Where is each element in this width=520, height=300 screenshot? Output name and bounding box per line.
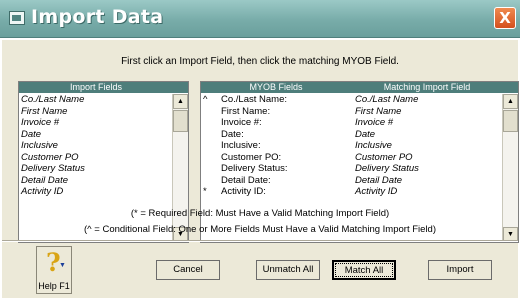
matching-field-value: Delivery Status: [355, 163, 419, 174]
matching-field-value: Inclusive: [355, 140, 392, 151]
myob-field-label: Delivery Status:: [221, 163, 288, 174]
matching-field-value: Customer PO: [355, 151, 413, 163]
table-row[interactable]: Date: Date: [201, 129, 501, 141]
myob-fields-scrollbar[interactable]: ▲ ▼: [502, 94, 518, 242]
instruction-text: First click an Import Field, then click …: [121, 56, 399, 67]
window-title: Import Data: [31, 6, 164, 28]
list-item[interactable]: Co./Last Name: [19, 94, 171, 106]
import-fields-header: Import Fields: [19, 82, 188, 93]
scroll-thumb[interactable]: [503, 110, 518, 132]
list-item[interactable]: Customer PO: [19, 152, 171, 164]
matching-field-value: Activity ID: [355, 186, 398, 197]
field-marker: *: [203, 186, 207, 197]
unmatch-all-button[interactable]: Unmatch All: [256, 260, 320, 280]
help-dropdown-icon: ▼: [59, 262, 66, 269]
field-marker: ^: [203, 94, 208, 105]
close-button[interactable]: X: [494, 7, 516, 29]
table-row[interactable]: First Name: First Name: [201, 106, 501, 118]
list-item[interactable]: Activity ID: [19, 186, 171, 198]
myob-field-label: Date:: [221, 128, 244, 140]
table-row[interactable]: Delivery Status: Delivery Status: [201, 163, 501, 175]
scroll-thumb[interactable]: [173, 110, 188, 132]
import-data-dialog: Import Data X First click an Import Fiel…: [0, 0, 520, 300]
title-bar[interactable]: Import Data X: [0, 0, 520, 38]
myob-field-label: Activity ID:: [221, 186, 266, 197]
conditional-field-note: (^ = Conditional Field: One or More Fiel…: [84, 224, 436, 235]
matching-import-field-header-label: Matching Import Field: [383, 82, 471, 92]
table-row[interactable]: Customer PO: Customer PO: [201, 152, 501, 164]
scroll-up-icon[interactable]: ▲: [173, 94, 188, 109]
close-icon: X: [499, 8, 511, 27]
divider: [2, 240, 518, 242]
matching-field-value: Detail Date: [355, 174, 402, 186]
myob-fields-rows: ^ Co./Last Name: Co./Last Name First Nam…: [201, 94, 501, 198]
required-field-note: (* = Required Field: Must Have a Valid M…: [130, 208, 390, 219]
myob-field-label: First Name:: [221, 105, 271, 117]
window-icon: [9, 11, 25, 25]
table-row[interactable]: Invoice #: Invoice #: [201, 117, 501, 129]
list-item[interactable]: First Name: [19, 106, 171, 118]
myob-field-label: Customer PO:: [221, 151, 282, 163]
cancel-button[interactable]: Cancel: [156, 260, 220, 280]
help-button[interactable]: ? ▼ Help F1: [36, 246, 72, 294]
myob-field-label: Detail Date:: [221, 174, 271, 186]
list-item[interactable]: Date: [19, 129, 171, 141]
list-item[interactable]: Delivery Status: [19, 163, 171, 175]
table-row[interactable]: * Activity ID: Activity ID: [201, 186, 501, 198]
dialog-body: First click an Import Field, then click …: [2, 40, 519, 298]
help-button-label: Help F1: [38, 281, 70, 291]
myob-field-label: Invoice #:: [221, 117, 262, 128]
matching-field-value: Date: [355, 128, 376, 140]
myob-field-label: Co./Last Name:: [221, 94, 287, 105]
match-all-button[interactable]: Match All: [332, 260, 396, 280]
table-row[interactable]: ^ Co./Last Name: Co./Last Name: [201, 94, 501, 106]
list-item[interactable]: Detail Date: [19, 175, 171, 187]
import-fields-rows: Co./Last Name First Name Invoice # Date …: [19, 94, 171, 198]
myob-fields-header: MYOB Fields Matching Import Field: [201, 82, 518, 93]
list-item[interactable]: Inclusive: [19, 140, 171, 152]
scroll-up-icon[interactable]: ▲: [503, 94, 518, 109]
table-row[interactable]: Inclusive: Inclusive: [201, 140, 501, 152]
myob-fields-header-label: MYOB Fields: [249, 82, 303, 92]
import-fields-scrollbar[interactable]: ▲ ▼: [172, 94, 188, 242]
import-button[interactable]: Import: [428, 260, 492, 280]
table-row[interactable]: Detail Date: Detail Date: [201, 175, 501, 187]
import-fields-header-label: Import Fields: [69, 82, 122, 92]
matching-field-value: First Name: [355, 105, 402, 117]
matching-field-value: Invoice #: [355, 117, 394, 128]
myob-field-label: Inclusive:: [221, 140, 261, 151]
list-item[interactable]: Invoice #: [19, 117, 171, 129]
matching-field-value: Co./Last Name: [355, 94, 419, 105]
